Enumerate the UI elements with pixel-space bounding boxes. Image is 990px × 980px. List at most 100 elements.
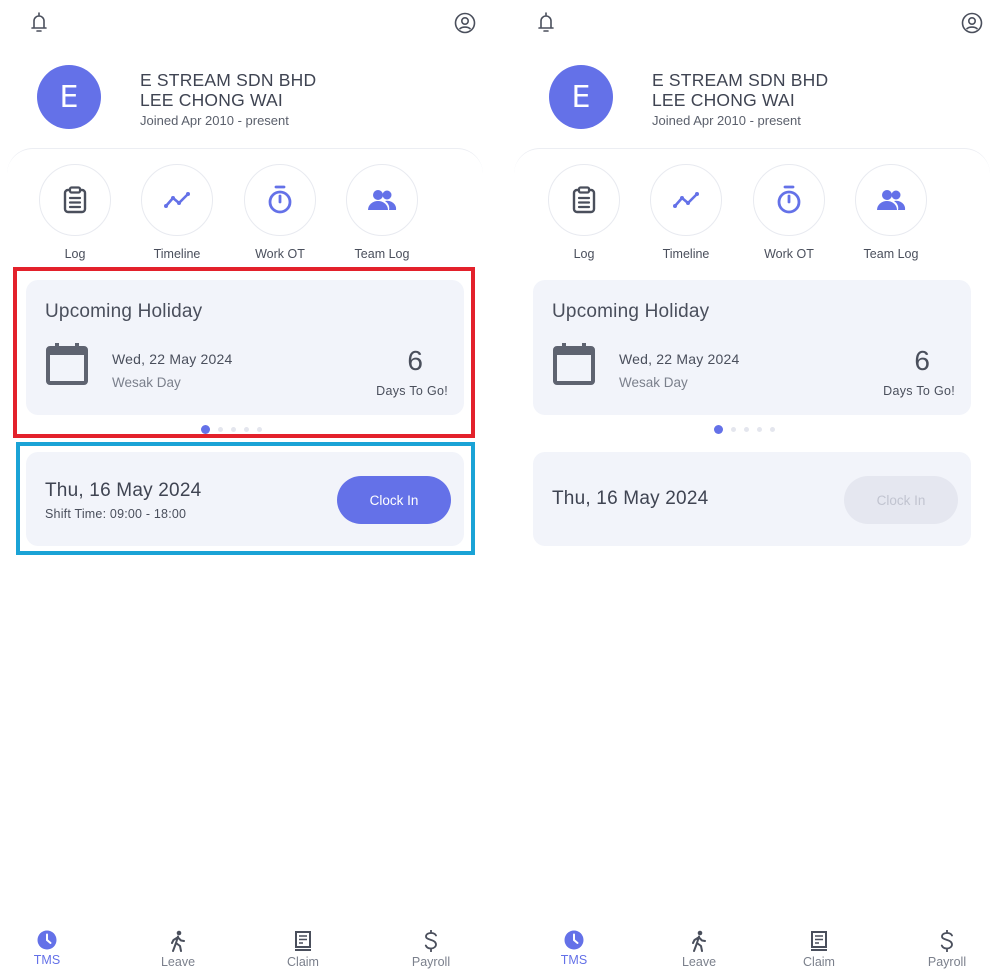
upcoming-holiday-card[interactable]: Upcoming Holiday Wed, 22 May 2024 Wesak … [26,280,464,415]
nav-item-leave[interactable]: Leave [138,930,218,969]
quick-action-circle[interactable] [855,164,927,236]
carousel-indicator [714,425,775,434]
clipboard-icon [572,186,596,214]
quick-action-label: Work OT [764,247,814,261]
carousel-dot[interactable] [731,427,736,432]
shift-time: Shift Time: 09:00 - 18:00 [45,507,187,521]
nav-item-leave[interactable]: Leave [659,930,739,969]
quick-action-log[interactable]: Log [38,164,112,261]
account-icon[interactable] [453,10,477,36]
trend-line-icon [164,192,190,208]
carousel-dot[interactable] [744,427,749,432]
employee-name: LEE CHONG WAI [652,90,795,110]
nav-item-payroll[interactable]: Payroll [391,930,471,969]
quick-action-work-ot[interactable]: Work OT [752,164,826,261]
holiday-card-title: Upcoming Holiday [45,301,203,322]
days-to-go-label: Days To Go! [883,384,955,398]
bell-icon[interactable] [534,10,558,36]
quick-action-label: Team Log [354,247,410,261]
company-name: E STREAM SDN BHD [652,70,829,90]
profile-info: E STREAM SDN BHD LEE CHONG WAI Joined Ap… [652,70,828,131]
today-date: Thu, 16 May 2024 [552,488,709,509]
employee-name: LEE CHONG WAI [140,90,283,110]
company-name: E STREAM SDN BHD [140,70,317,90]
quick-action-circle[interactable] [650,164,722,236]
quick-action-circle[interactable] [141,164,213,236]
walking-person-icon [171,930,185,952]
upcoming-holiday-card[interactable]: Upcoming Holiday Wed, 22 May 2024 Wesak … [533,280,971,415]
avatar: E [37,65,101,129]
content-panel [514,148,990,980]
quick-action-circle[interactable] [753,164,825,236]
clock-in-button[interactable]: Clock In [337,476,451,524]
content-panel [7,148,483,980]
carousel-dot[interactable] [757,427,762,432]
nav-item-claim[interactable]: Claim [263,930,343,969]
nav-label: Leave [681,955,717,969]
nav-item-tms[interactable]: TMS [534,930,614,967]
clock-in-button[interactable]: Clock In [844,476,958,524]
team-icon [877,190,906,210]
today-date: Thu, 16 May 2024 [45,480,202,501]
quick-action-timeline[interactable]: Timeline [140,164,214,261]
holiday-name: Wesak Day [619,375,688,390]
receipt-icon [295,931,311,951]
quick-action-label: Timeline [153,247,201,261]
carousel-dot[interactable] [770,427,775,432]
bottom-nav: TMS Leave Claim Payroll [512,930,990,980]
holiday-card-title: Upcoming Holiday [552,301,710,322]
nav-label: Claim [287,955,319,969]
joined-date: Joined Apr 2010 - present [140,113,289,128]
carousel-dot[interactable] [218,427,223,432]
nav-item-claim[interactable]: Claim [779,930,859,969]
nav-item-tms[interactable]: TMS [7,930,87,967]
quick-action-circle[interactable] [39,164,111,236]
quick-action-team-log[interactable]: Team Log [345,164,419,261]
clock-icon [37,930,57,950]
stopwatch-icon [268,185,292,214]
days-remaining: 6 [407,345,423,376]
stopwatch-icon [777,185,801,214]
quick-action-circle[interactable] [346,164,418,236]
app-screen-right: E E STREAM SDN BHD LEE CHONG WAI Joined … [512,0,990,980]
quick-action-team-log[interactable]: Team Log [854,164,928,261]
quick-action-circle[interactable] [244,164,316,236]
team-icon [368,190,397,210]
clock-in-card: Thu, 16 May 2024 Shift Time: 09:00 - 18:… [26,452,464,546]
clock-icon [564,930,584,950]
carousel-indicator [201,425,262,434]
account-icon[interactable] [960,10,984,36]
dollar-icon [424,930,437,952]
nav-label: Payroll [411,955,451,969]
trend-line-icon [673,192,699,208]
avatar: E [549,65,613,129]
quick-action-work-ot[interactable]: Work OT [243,164,317,261]
quick-action-label: Work OT [255,247,305,261]
carousel-dot[interactable] [714,425,723,434]
quick-action-timeline[interactable]: Timeline [649,164,723,261]
days-to-go-label: Days To Go! [376,384,448,398]
carousel-dot[interactable] [244,427,249,432]
quick-action-log[interactable]: Log [547,164,621,261]
nav-label: Payroll [927,955,967,969]
bell-icon[interactable] [27,10,51,36]
receipt-icon [811,931,827,951]
quick-actions: Log Timeline Work OT Team Log [38,164,453,264]
quick-action-label: Timeline [662,247,710,261]
carousel-dot[interactable] [231,427,236,432]
nav-label: TMS [33,953,61,967]
walking-person-icon [692,930,706,952]
days-remaining: 6 [914,345,930,376]
holiday-date: Wed, 22 May 2024 [619,351,740,367]
nav-item-payroll[interactable]: Payroll [907,930,987,969]
holiday-name: Wesak Day [112,375,181,390]
dollar-icon [940,930,953,952]
carousel-dot[interactable] [257,427,262,432]
clock-in-card: Thu, 16 May 2024 Clock In [533,452,971,546]
carousel-dot[interactable] [201,425,210,434]
profile-header: E E STREAM SDN BHD LEE CHONG WAI Joined … [37,65,316,131]
nav-label: Leave [160,955,196,969]
quick-action-circle[interactable] [548,164,620,236]
quick-actions: Log Timeline Work OT Team Log [547,164,962,264]
bottom-nav: TMS Leave Claim Payroll [5,930,485,980]
